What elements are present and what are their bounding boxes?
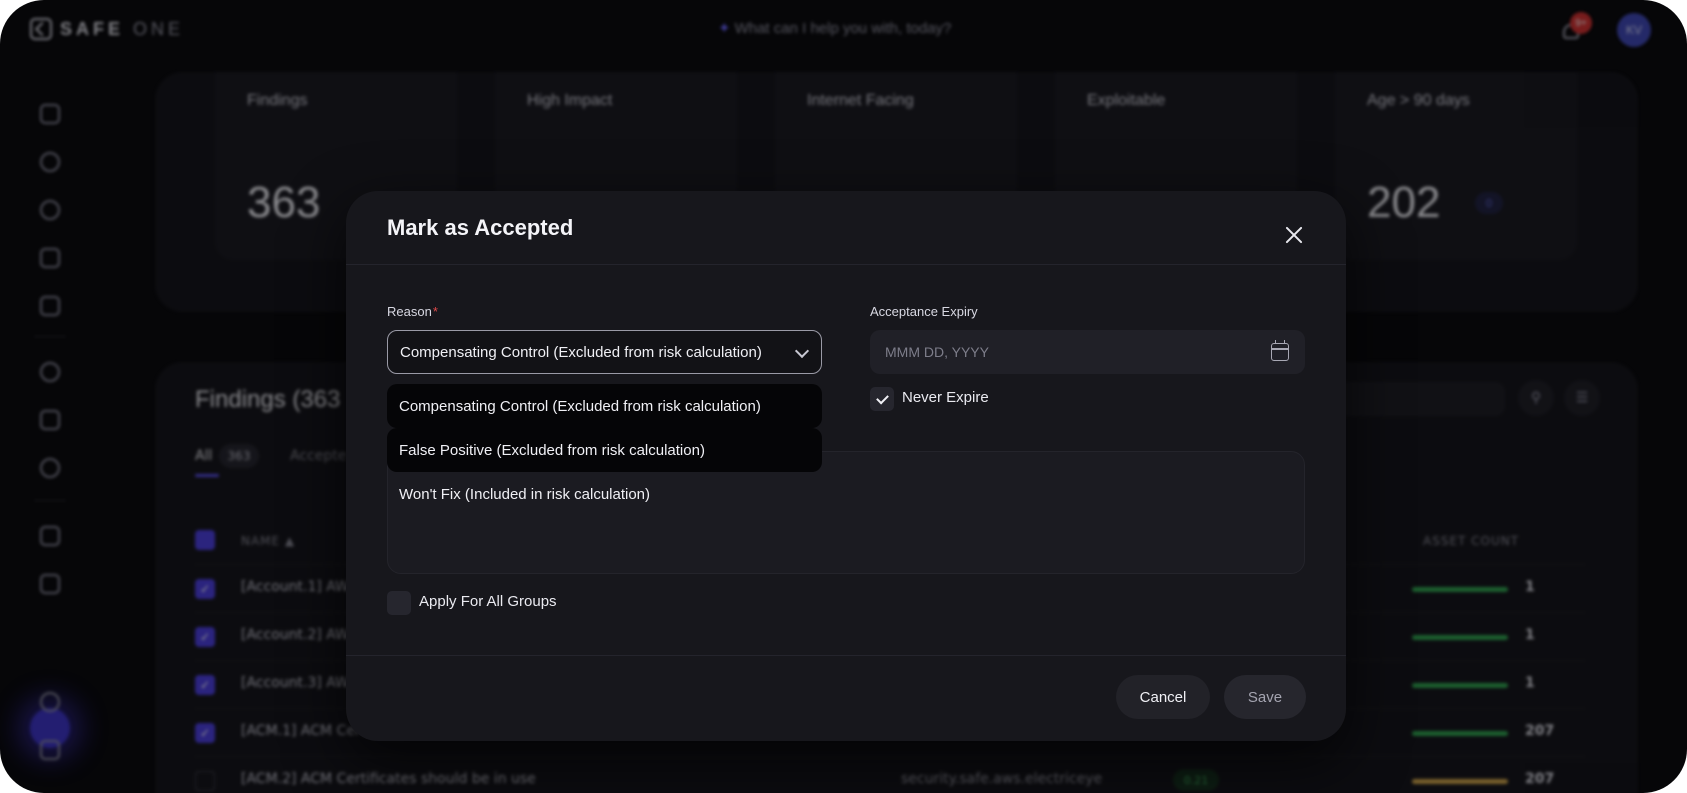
column-name[interactable]: NAME ▲ [241,534,295,548]
stat-label: Age > 90 days [1367,92,1470,109]
row-name: [Account.3] AWS [241,675,358,691]
asset-bar [1412,635,1508,640]
row-count: 207 [1525,771,1555,787]
reason-option-compensating[interactable]: Compensating Control (Excluded from risk… [387,384,822,428]
reason-label: Reason* [387,304,438,319]
dialog-divider [346,264,1346,265]
apply-all-groups-label[interactable]: Apply For All Groups [419,593,557,610]
chevron-down-icon [794,343,810,359]
filter-icon[interactable]: ⚲ [1518,380,1554,416]
stat-value: 202 [1367,178,1441,227]
target-icon[interactable] [40,152,60,172]
dialog-divider [346,655,1346,656]
column-asset-count[interactable]: ASSET COUNT [1423,534,1519,548]
row-count: 1 [1525,675,1535,691]
assistant-prompt[interactable]: ✦ What can I help you with, today? [718,19,951,37]
required-marker: * [432,304,438,319]
row-name: [Account.1] AWS [241,579,358,595]
toggle-icon[interactable] [40,200,60,220]
avatar[interactable]: KV [1617,13,1651,47]
nodes-icon[interactable] [40,458,60,478]
top-bar: SAFE ONE ✦ What can I help you with, toda… [0,0,1687,58]
row-count: 1 [1525,627,1535,643]
stat-label: Findings [247,92,308,109]
stat-card-age[interactable]: Age > 90 days 202 0 [1335,72,1577,260]
expiry-date-input[interactable]: MMM DD, YYYY [870,330,1305,374]
logo-icon [30,18,52,40]
list-icon[interactable] [40,574,60,594]
cloud-icon[interactable] [40,410,60,430]
sidebar-divider [34,500,66,501]
row-checkbox[interactable]: ✓ [195,579,215,599]
mark-accepted-dialog: Mark as Accepted Reason* Compensating Co… [346,191,1346,741]
tab-all[interactable]: All [195,448,212,464]
expiry-label: Acceptance Expiry [870,304,978,319]
select-all-checkbox[interactable] [195,530,215,550]
close-icon[interactable] [1280,221,1308,249]
stat-label: Exploitable [1087,92,1166,109]
asset-bar [1412,779,1508,784]
row-checkbox[interactable]: ✓ [195,627,215,647]
logo-text-secondary: ONE [133,18,185,39]
tab-accepted[interactable]: Accepte [290,448,346,464]
asset-bar [1412,731,1508,736]
gear-icon[interactable] [40,692,60,712]
tab-underline [195,474,219,477]
shield-icon[interactable] [40,248,60,268]
calendar-icon[interactable] [1271,340,1289,361]
help-icon[interactable] [40,740,60,760]
row-name: [ACM.2] ACM Certificates should be in us… [241,771,536,787]
findings-title: Findings (363 [195,386,341,413]
never-expire-checkbox[interactable] [870,387,894,411]
table-row[interactable]: [ACM.2] ACM Certificates should be in us… [195,756,1585,793]
scatter-chart-icon[interactable] [40,104,60,124]
apply-all-groups-checkbox[interactable] [387,591,411,615]
stat-chip: 0 [1475,192,1503,214]
asset-bar [1412,683,1508,688]
row-count: 207 [1525,723,1555,739]
user-icon[interactable] [40,362,60,382]
logo: SAFE ONE [30,18,184,40]
logo-text-primary: SAFE [60,18,125,39]
assistant-prompt-text: What can I help you with, today? [734,20,952,37]
row-name: [Account.2] AWS [241,627,358,643]
expiry-placeholder: MMM DD, YYYY [885,344,989,360]
chip-icon[interactable] [40,526,60,546]
app-frame: SAFE ONE ✦ What can I help you with, toda… [0,0,1687,793]
dialog-title: Mark as Accepted [387,215,574,240]
row-checkbox[interactable] [195,771,215,791]
reason-option-wont-fix[interactable]: Won't Fix (Included in risk calculation) [387,472,822,516]
sliders-icon[interactable]: ☰ [1564,380,1600,416]
reason-select[interactable]: Compensating Control (Excluded from risk… [387,330,822,374]
row-checkbox[interactable]: ✓ [195,723,215,743]
score-badge: 0.21 [1173,769,1219,791]
asset-bar [1412,587,1508,592]
save-button[interactable]: Save [1224,675,1306,719]
reason-option-false-positive[interactable]: False Positive (Excluded from risk calcu… [387,428,822,472]
stat-label: Internet Facing [807,92,914,109]
row-source: security.safe.aws.electriceye [901,771,1103,787]
search-input[interactable] [1325,382,1505,416]
stat-label: High Impact [527,92,613,109]
notification-badge: 9+ [1570,12,1592,34]
stat-value: 363 [247,178,321,227]
row-checkbox[interactable]: ✓ [195,675,215,695]
reason-label-text: Reason [387,304,432,319]
reason-selected-value: Compensating Control (Excluded from risk… [400,343,762,361]
tab-all-count: 363 [219,444,259,468]
row-count: 1 [1525,579,1535,595]
line-chart-icon[interactable] [40,296,60,316]
cancel-button[interactable]: Cancel [1116,675,1210,719]
never-expire-label[interactable]: Never Expire [902,389,989,406]
sparkle-icon: ✦ [718,20,731,37]
sidebar-divider [34,336,66,337]
